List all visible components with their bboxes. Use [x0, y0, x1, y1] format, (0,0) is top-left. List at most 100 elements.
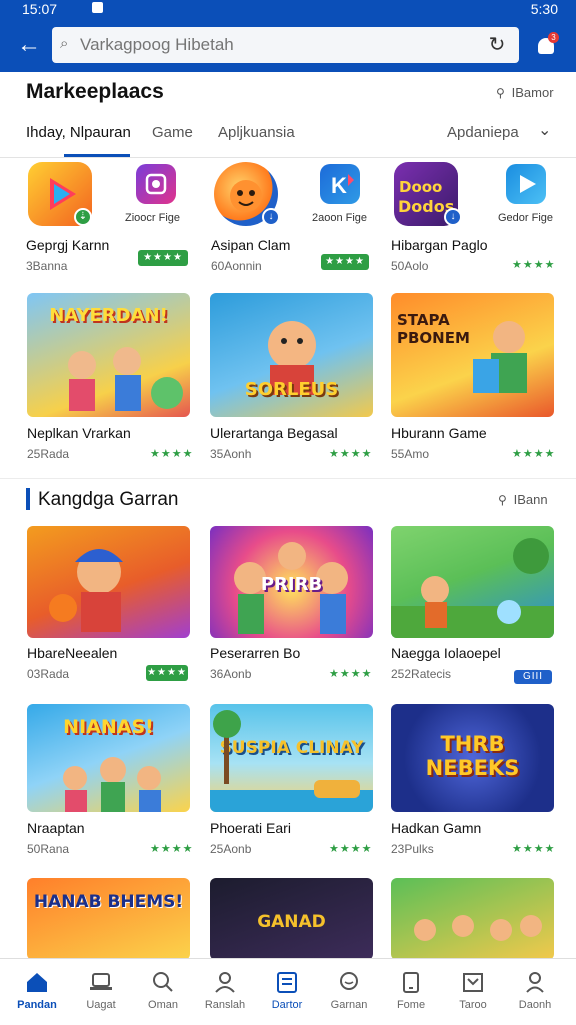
rating-pill-4: ★★★★	[146, 665, 188, 681]
app-meta-2: 60Aonnin	[211, 259, 262, 273]
top-link[interactable]: ⚲ IBamor	[496, 85, 554, 100]
banner-art-text: HANAB BHEMS!	[33, 892, 184, 912]
pin-icon: ⚲	[496, 86, 505, 100]
app-meta-3: 50Aolo	[391, 259, 429, 273]
back-arrow-icon[interactable]: ←	[14, 30, 44, 60]
notification-icon	[92, 2, 103, 13]
banner-stars-1: ★★★★	[150, 448, 194, 460]
banner-meta-3: 55Amo	[391, 447, 430, 461]
game-banner-8[interactable]: SUSPIA CLINAY	[210, 704, 373, 812]
section-link[interactable]: ⚲ IBann	[498, 492, 548, 507]
download-badge-icon: ↓	[444, 208, 462, 226]
banner-name-8[interactable]: Phoerati Eari	[210, 820, 291, 836]
verified-badge-icon: ⇣	[74, 208, 92, 226]
page-title: Markeeplaacs	[26, 80, 164, 103]
mini-app-1[interactable]	[136, 164, 176, 204]
tab-game[interactable]: Game	[152, 124, 193, 141]
rating-pill-1: ★★★★	[138, 250, 188, 266]
nav-daonh[interactable]: Daonh	[504, 959, 566, 1025]
game-banner-5[interactable]: PRIRB	[210, 526, 373, 638]
nav-oman[interactable]: Oman	[132, 959, 194, 1025]
refresh-icon[interactable]: ↻	[485, 33, 509, 57]
search-icon	[153, 972, 173, 992]
mario-character-illustration	[49, 549, 123, 632]
banner-meta-1: 25Rada	[27, 447, 70, 461]
category-tabs: Ihday, Nlpauran Game Apljkuansia Apdanie…	[0, 112, 576, 158]
banner-meta-7: 50Rana	[27, 842, 70, 856]
section-accent-bar	[26, 488, 30, 510]
tab-all[interactable]: Ihday, Nlpauran	[26, 124, 131, 141]
search-bar[interactable]: ⌕ ↻	[52, 27, 519, 63]
game-banner-2[interactable]: SORLEUS	[210, 293, 373, 417]
app-name-3[interactable]: Hibargan Paglo	[391, 237, 488, 253]
app-bar: ← ⌕ ↻ 3	[0, 22, 576, 72]
banner-name-3[interactable]: Hburann Game	[391, 425, 487, 441]
game-banner-11[interactable]: GANAD	[210, 878, 373, 960]
nav-garnan[interactable]: Garnan	[318, 959, 380, 1025]
section-title: Kangdga Garran	[38, 489, 179, 510]
chevron-down-icon[interactable]: ⌄	[538, 120, 551, 140]
store-icon	[463, 973, 483, 992]
profile-icon	[526, 972, 544, 993]
game-banner-4[interactable]	[27, 526, 190, 638]
banner-name-5[interactable]: Peserarren Bo	[210, 645, 300, 661]
app-name-2[interactable]: Asipan Clam	[211, 237, 290, 253]
status-bar: 15:07 5:30	[0, 0, 576, 22]
nav-dartor[interactable]: Dartor	[256, 959, 318, 1025]
laptop-icon	[90, 973, 112, 990]
banner-stars-9: ★★★★	[512, 843, 556, 855]
user-icon	[215, 972, 235, 993]
banner-name-1[interactable]: Neplkan Vrarkan	[27, 425, 131, 441]
game-banner-7[interactable]: NIANAS!	[27, 704, 190, 812]
stars-3: ★★★★	[512, 259, 556, 271]
game-banner-1[interactable]: NAYERDAN!	[27, 293, 190, 417]
banner-art-text: SORLEUS	[244, 379, 339, 400]
banner-stars-8: ★★★★	[329, 843, 373, 855]
banner-name-9[interactable]: Hadkan Gamn	[391, 820, 481, 836]
k-icon: K	[331, 173, 354, 198]
game-banner-12[interactable]	[391, 878, 554, 960]
app-name-1[interactable]: Geprgj Karnn	[26, 237, 109, 253]
banner-name-2[interactable]: Ulerartanga Begasal	[210, 425, 338, 441]
notifications-bell-icon[interactable]: 3	[536, 32, 560, 58]
banner-stars-2: ★★★★	[329, 448, 373, 460]
nav-taroo[interactable]: Taroo	[442, 959, 504, 1025]
search-input[interactable]	[80, 27, 480, 63]
mini-app-2[interactable]: K	[320, 164, 360, 204]
game-banner-6[interactable]	[391, 526, 554, 638]
kid-with-tablet-illustration	[473, 321, 527, 393]
banner-stars-7: ★★★★	[150, 843, 194, 855]
banner-name-6[interactable]: Naegga Iolaoepel	[391, 645, 501, 661]
list-icon	[277, 972, 297, 993]
game-banner-9[interactable]: THRB NEBEKS	[391, 704, 554, 812]
section-divider	[0, 478, 576, 479]
download-badge-icon: ↓	[262, 208, 280, 226]
chat-icon	[340, 972, 358, 990]
mini-label-1: Zioocr Fige	[125, 212, 181, 224]
tab-more[interactable]: Apdaniepa	[447, 124, 519, 141]
game-banner-10[interactable]: HANAB BHEMS!	[27, 878, 190, 960]
nav-home[interactable]: Pandan	[6, 959, 68, 1025]
banner-meta-8: 25Aonb	[210, 842, 252, 856]
nav-fome[interactable]: Fome	[380, 959, 442, 1025]
banner-meta-9: 23Pulks	[391, 842, 434, 856]
banner-meta-6: 252Ratecis	[391, 667, 452, 681]
mini-app-3[interactable]	[506, 164, 546, 204]
status-time: 15:07	[22, 1, 58, 17]
banner-stars-5: ★★★★	[329, 668, 373, 680]
nav-ranslah[interactable]: Ranslah	[194, 959, 256, 1025]
game-banner-3[interactable]: STAPA PBONEM	[391, 293, 554, 417]
banner-meta-4: 03Rada	[27, 667, 70, 681]
banner-name-4[interactable]: HbareNeealen	[27, 645, 117, 661]
banner-name-7[interactable]: Nraaptan	[27, 820, 85, 836]
tab-applications[interactable]: Apljkuansia	[218, 124, 295, 141]
svg-text:Dooo: Dooo	[399, 178, 442, 196]
notification-dot: 3	[548, 32, 559, 43]
banner-meta-2: 35Aonh	[210, 447, 252, 461]
camera-icon	[145, 173, 167, 195]
mini-label-3: Gedor Fige	[498, 212, 554, 224]
kids-group-illustration	[414, 915, 542, 941]
banner-stars-3: ★★★★	[512, 448, 556, 460]
bottom-navigation: Pandan Uagat Oman Ranslah Dartor Garnan …	[0, 958, 576, 1024]
nav-uagat[interactable]: Uagat	[70, 959, 132, 1025]
